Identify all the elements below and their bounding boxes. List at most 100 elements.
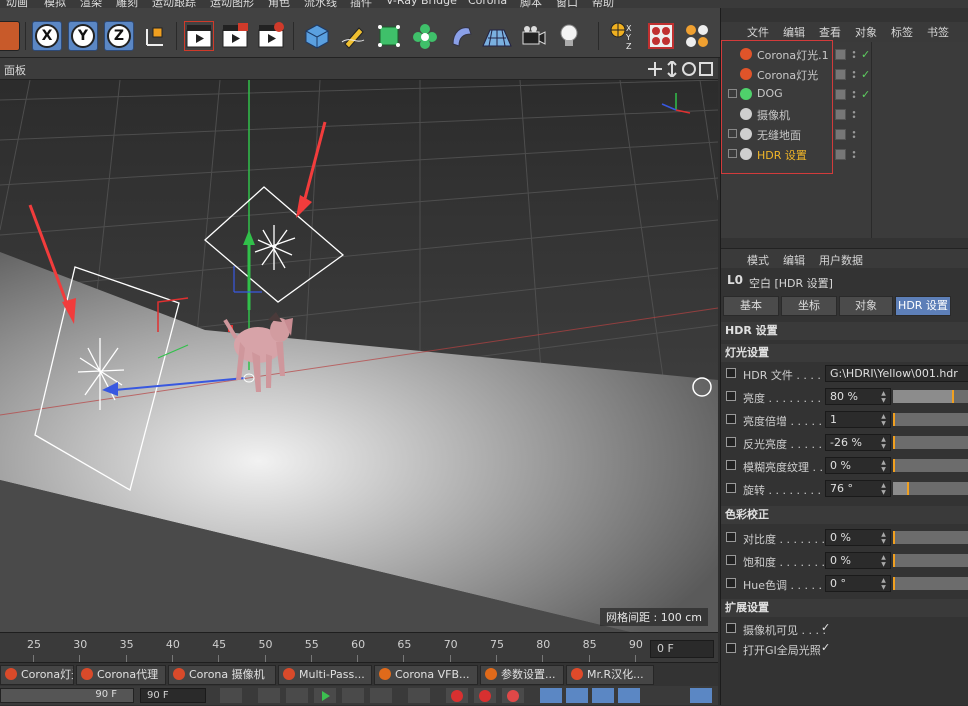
render-to-picture-viewer-button[interactable] xyxy=(220,21,250,51)
editor-render-dots-icon[interactable] xyxy=(851,70,857,79)
om-menu-0[interactable]: 文件 xyxy=(747,24,769,40)
key-parameter-button[interactable] xyxy=(618,688,640,703)
animate-param-icon[interactable] xyxy=(726,414,736,424)
move-view-icon[interactable] xyxy=(648,62,662,76)
animate-param-icon[interactable] xyxy=(726,437,736,447)
animate-param-icon[interactable] xyxy=(726,460,736,470)
visibility-toggle-icon[interactable] xyxy=(835,109,846,120)
editor-render-dots-icon[interactable] xyxy=(851,130,857,139)
param-value-field[interactable]: 0 ° ▲▼ xyxy=(825,575,891,592)
stepper-arrow-icon[interactable]: ▲▼ xyxy=(879,436,887,450)
menu-9[interactable]: V-Ray Bridge xyxy=(386,0,457,7)
menu-2[interactable]: 渲染 xyxy=(80,0,102,8)
param-slider-knob[interactable] xyxy=(906,482,909,495)
auto-keying-button[interactable] xyxy=(474,688,496,703)
plugin-tab-3[interactable]: Multi-Pass... xyxy=(278,665,372,685)
param-slider[interactable] xyxy=(893,436,968,449)
next-key-button[interactable] xyxy=(370,688,392,703)
param-slider-knob[interactable] xyxy=(893,531,895,544)
menu-11[interactable]: 脚本 xyxy=(520,0,542,8)
enabled-check-icon[interactable]: ✓ xyxy=(861,68,870,81)
stepper-arrow-icon[interactable]: ▲▼ xyxy=(879,413,887,427)
key-position-button[interactable] xyxy=(540,688,562,703)
menu-7[interactable]: 流水线 xyxy=(304,0,337,8)
light-button[interactable] xyxy=(554,21,584,51)
keyframe-selection-button[interactable] xyxy=(502,688,524,703)
param-value-field[interactable]: 80 % ▲▼ xyxy=(825,388,891,405)
plugin-tab-6[interactable]: Mr.R汉化... xyxy=(566,665,654,685)
animate-param-icon[interactable] xyxy=(726,555,736,565)
param-value-field[interactable]: 0 % ▲▼ xyxy=(825,529,891,546)
param-slider-knob[interactable] xyxy=(893,436,895,449)
prev-key-button[interactable] xyxy=(258,688,280,703)
menu-0[interactable]: 动画 xyxy=(6,0,28,8)
cube-button[interactable] xyxy=(302,21,332,51)
plugin-tab-0[interactable]: Corona灯光 xyxy=(0,665,74,685)
frame-range-slider[interactable]: 90 F xyxy=(0,688,134,703)
pen-spline-button[interactable] xyxy=(338,21,368,51)
visibility-toggle-icon[interactable] xyxy=(835,129,846,140)
y-axis-lock-button[interactable]: Y xyxy=(68,21,98,51)
go-to-start-button[interactable] xyxy=(220,688,242,703)
play-button[interactable] xyxy=(314,688,336,703)
plugin-tab-5[interactable]: 参数设置... xyxy=(480,665,564,685)
param-slider[interactable] xyxy=(893,413,968,426)
stepper-arrow-icon[interactable]: ▲▼ xyxy=(879,531,887,545)
visibility-toggle-icon[interactable] xyxy=(835,69,846,80)
editor-render-dots-icon[interactable] xyxy=(851,90,857,99)
param-slider[interactable] xyxy=(893,531,968,544)
material-button[interactable] xyxy=(646,21,676,51)
editor-render-dots-icon[interactable] xyxy=(851,150,857,159)
param-value-field[interactable]: -26 % ▲▼ xyxy=(825,434,891,451)
texture-button[interactable] xyxy=(682,21,712,51)
key-rotation-button[interactable] xyxy=(592,688,614,703)
menu-1[interactable]: 模拟 xyxy=(44,0,66,8)
param-value-field[interactable]: 76 ° ▲▼ xyxy=(825,480,891,497)
menu-3[interactable]: 雕刻 xyxy=(116,0,138,8)
record-keys-button[interactable] xyxy=(446,688,468,703)
animate-param-icon[interactable] xyxy=(726,623,736,633)
stepper-arrow-icon[interactable]: ▲▼ xyxy=(879,390,887,404)
prev-frame-button[interactable] xyxy=(286,688,308,703)
menu-5[interactable]: 运动图形 xyxy=(210,0,254,8)
render-settings-button[interactable] xyxy=(256,21,286,51)
timeline-ruler[interactable]: 25 30 35 40 45 50 55 60 65 70 75 80 85 90 0 F xyxy=(0,632,718,663)
key-scale-button[interactable] xyxy=(566,688,588,703)
maximize-view-icon[interactable] xyxy=(699,62,713,76)
visibility-toggle-icon[interactable] xyxy=(835,49,846,60)
next-frame-button[interactable] xyxy=(342,688,364,703)
om-menu-1[interactable]: 编辑 xyxy=(783,24,805,40)
attribute-tab-2[interactable]: 对象 xyxy=(839,296,893,316)
visibility-toggle-icon[interactable] xyxy=(835,149,846,160)
deformer-button[interactable] xyxy=(446,21,476,51)
plugin-tab-2[interactable]: Corona 摄像机 xyxy=(168,665,276,685)
attribute-tab-3[interactable]: HDR 设置 xyxy=(895,296,951,316)
editor-render-dots-icon[interactable] xyxy=(851,110,857,119)
animate-param-icon[interactable] xyxy=(726,532,736,542)
timeline-window-button[interactable] xyxy=(690,688,712,703)
param-value-field[interactable]: G:\HDRI\Yellow\001.hdr xyxy=(825,365,968,382)
panel-menu[interactable]: 面板 xyxy=(4,62,26,78)
animate-param-icon[interactable] xyxy=(726,643,736,653)
attribute-tab-1[interactable]: 坐标 xyxy=(781,296,837,316)
param-slider-knob[interactable] xyxy=(951,390,954,403)
menu-12[interactable]: 窗口 xyxy=(556,0,578,8)
param-value-field[interactable]: 1 ▲▼ xyxy=(825,411,891,428)
param-checkbox[interactable]: ✓ xyxy=(821,621,830,634)
param-value-field[interactable]: 0 % ▲▼ xyxy=(825,457,891,474)
current-frame-field[interactable]: 0 F xyxy=(650,640,714,658)
am-menu-1[interactable]: 编辑 xyxy=(783,252,805,268)
animate-param-icon[interactable] xyxy=(726,391,736,401)
stepper-arrow-icon[interactable]: ▲▼ xyxy=(879,577,887,591)
param-slider[interactable] xyxy=(893,482,968,495)
render-view-button[interactable] xyxy=(184,21,214,51)
om-menu-3[interactable]: 对象 xyxy=(855,24,877,40)
menu-4[interactable]: 运动跟踪 xyxy=(152,0,196,8)
enabled-check-icon[interactable]: ✓ xyxy=(861,88,870,101)
om-menu-2[interactable]: 查看 xyxy=(819,24,841,40)
om-menu-5[interactable]: 书签 xyxy=(927,24,949,40)
camera-button[interactable] xyxy=(518,21,548,51)
animate-param-icon[interactable] xyxy=(726,368,736,378)
param-value-field[interactable]: 0 % ▲▼ xyxy=(825,552,891,569)
stepper-arrow-icon[interactable]: ▲▼ xyxy=(879,482,887,496)
